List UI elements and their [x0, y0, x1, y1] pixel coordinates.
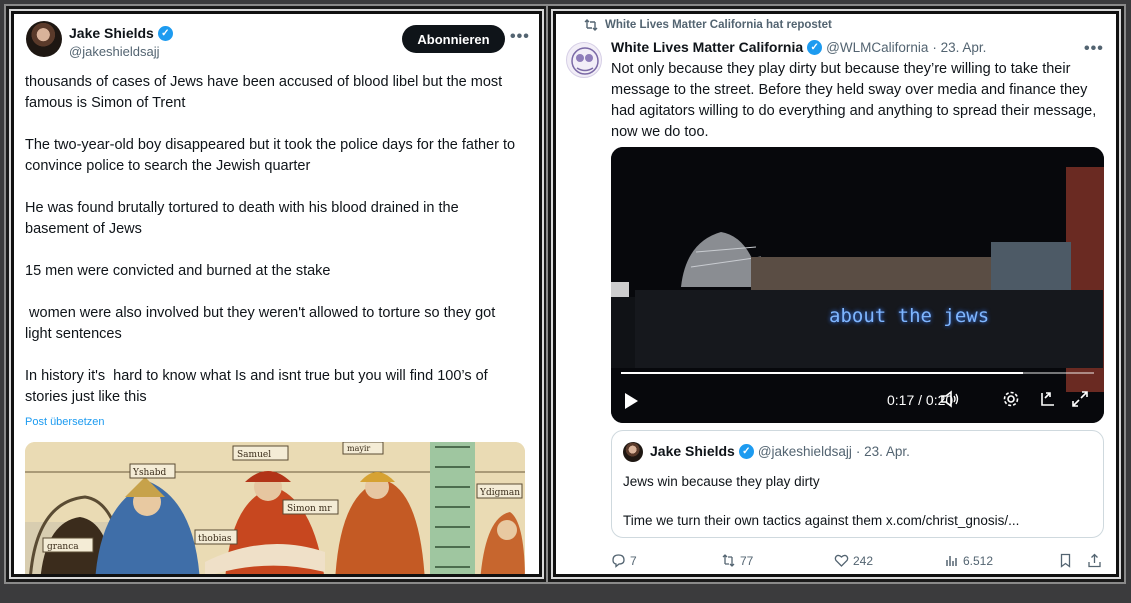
woodcut-label: Yshabd	[132, 468, 166, 478]
reply-icon	[612, 554, 625, 568]
quoted-author-handle[interactable]: @jakeshieldsajj	[758, 444, 852, 459]
avatar[interactable]	[566, 42, 602, 78]
views-chart-icon	[946, 556, 957, 566]
quoted-date[interactable]: · 23. Apr.	[856, 444, 910, 459]
left-tweet-screenshot: Jake Shields ✓ @jakeshieldsajj Abonniere…	[11, 11, 542, 577]
right-tweet-screenshot: White Lives Matter California hat repost…	[553, 11, 1119, 577]
bookmark-icon[interactable]	[1058, 553, 1073, 568]
avatar-emblem-icon	[571, 47, 599, 75]
quoted-tweet[interactable]: Jake Shields ✓ @jakeshieldsajj · 23. Apr…	[611, 430, 1104, 538]
repost-indicator[interactable]: White Lives Matter California hat repost…	[584, 19, 832, 31]
quoted-text-line: Jews win because they play dirty	[623, 474, 820, 489]
pip-icon[interactable]	[1039, 390, 1057, 408]
reply-count: 7	[630, 553, 637, 568]
video-progress-fill	[621, 372, 1024, 374]
action-bar: 7 77 242 6.512	[611, 551, 1106, 571]
view-count: 6.512	[963, 553, 994, 568]
woodcut-label: granca	[47, 542, 79, 552]
tweet-text: thousands of cases of Jews have been acc…	[25, 72, 520, 429]
tweet-paragraph: thousands of cases of Jews have been acc…	[25, 74, 503, 111]
more-options-icon[interactable]: •••	[510, 28, 530, 46]
like-button[interactable]: 242	[834, 553, 873, 568]
volume-icon[interactable]	[940, 390, 960, 408]
verified-badge-icon: ✓	[738, 443, 754, 459]
woodcut-label: Ydigman	[479, 488, 520, 498]
tweet-paragraph: In history it's hard to know what Is and…	[25, 368, 492, 405]
video-progress-bar[interactable]	[621, 372, 1094, 374]
settings-gear-icon[interactable]	[1002, 390, 1020, 408]
quoted-text-line: Time we turn their own tactics against t…	[623, 513, 1020, 528]
video-caption: about the jews	[829, 305, 990, 327]
share-icon[interactable]	[1087, 553, 1102, 568]
repost-icon	[722, 554, 735, 567]
repost-icon	[584, 19, 598, 31]
verified-badge-icon: ✓	[157, 25, 173, 41]
woodcut-label: thobias	[198, 534, 232, 544]
author-name-row[interactable]: Jake Shields ✓	[69, 25, 173, 41]
author-name[interactable]: Jake Shields	[69, 25, 154, 41]
author-handle[interactable]: @WLMCalifornia	[826, 40, 928, 55]
more-options-icon[interactable]: •••	[1084, 40, 1104, 58]
tweet-text: Not only because they play dirty but bec…	[611, 61, 1097, 140]
tweet-paragraph: He was found brutally tortured to death …	[25, 200, 459, 237]
translate-post-link[interactable]: Post übersetzen	[25, 416, 105, 428]
reply-button[interactable]: 7	[611, 553, 637, 568]
tweet-paragraph: women were also involved but they weren'…	[25, 305, 500, 342]
woodcut-label: Simon mr	[287, 504, 332, 514]
avatar[interactable]	[26, 21, 62, 57]
woodcut-illustration: Samuel mayir Yshabd Simon mr Ydigman tho…	[25, 442, 525, 574]
video-frame	[611, 147, 1104, 423]
fullscreen-icon[interactable]	[1071, 390, 1089, 408]
post-date[interactable]: · 23. Apr.	[932, 40, 986, 55]
woodcut-label: Samuel	[237, 450, 271, 460]
woodcut-image[interactable]: Samuel mayir Yshabd Simon mr Ydigman tho…	[25, 442, 525, 574]
quoted-avatar[interactable]	[623, 442, 643, 462]
repost-label[interactable]: White Lives Matter California hat repost…	[605, 19, 832, 31]
repost-button[interactable]: 77	[721, 553, 753, 568]
author-handle[interactable]: @jakeshieldsajj	[69, 44, 160, 59]
subscribe-button[interactable]: Abonnieren	[402, 25, 505, 53]
tweet-header: White Lives Matter California ✓ @WLMCali…	[611, 39, 986, 55]
play-icon[interactable]	[625, 393, 638, 409]
heart-icon	[834, 554, 849, 567]
video-player[interactable]: about the jews 0:17 / 0:20	[611, 147, 1104, 423]
verified-badge-icon: ✓	[807, 39, 823, 55]
quoted-author-name[interactable]: Jake Shields	[650, 443, 735, 459]
repost-count: 77	[740, 553, 754, 568]
tweet-paragraph: 15 men were convicted and burned at the …	[25, 263, 331, 279]
woodcut-label: mayir	[347, 444, 370, 453]
quoted-header: Jake Shields ✓ @jakeshieldsajj · 23. Apr…	[650, 443, 910, 459]
tweet-paragraph: The two-year-old boy disappeared but it …	[25, 137, 516, 174]
like-count: 242	[853, 553, 874, 568]
views-button[interactable]: 6.512	[944, 553, 993, 568]
author-name[interactable]: White Lives Matter California	[611, 39, 803, 55]
